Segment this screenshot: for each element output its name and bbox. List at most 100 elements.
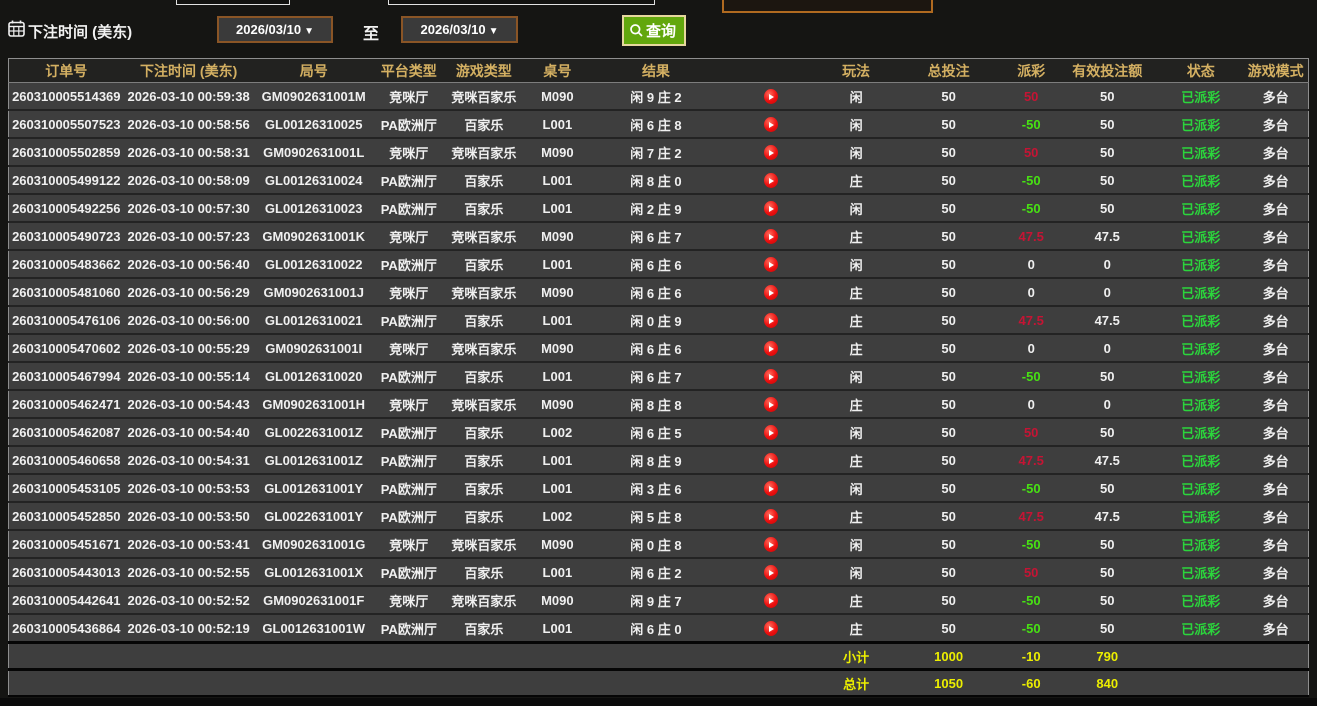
- to-label: 至: [363, 20, 379, 44]
- chevron-down-icon: ▼: [489, 26, 499, 37]
- cell-game: 百家乐: [444, 250, 524, 278]
- cell-mode: 多台: [1243, 474, 1308, 502]
- cell-result: 闲 6 庄 6: [591, 334, 721, 362]
- play-video-icon[interactable]: [764, 481, 778, 496]
- play-video-icon[interactable]: [764, 89, 778, 104]
- cell-status: 已派彩: [1158, 194, 1243, 222]
- play-video-icon[interactable]: [764, 397, 778, 412]
- query-button-label: 查询: [646, 20, 676, 41]
- cell-play: 庄: [821, 166, 891, 194]
- cell-bet: 50: [891, 222, 1006, 250]
- cell-table: L001: [524, 558, 591, 586]
- cell-result: 闲 3 庄 6: [591, 474, 721, 502]
- total-empty: [1158, 670, 1243, 697]
- cell-video: [721, 334, 821, 362]
- play-video-icon[interactable]: [764, 201, 778, 216]
- play-video-icon[interactable]: [764, 285, 778, 300]
- play-video-icon[interactable]: [764, 593, 778, 608]
- total-valid: 840: [1056, 670, 1158, 697]
- play-triangle: [769, 206, 774, 212]
- cell-order: 260310005467994: [9, 362, 124, 390]
- cell-mode: 多台: [1243, 110, 1308, 138]
- cell-play: 闲: [821, 194, 891, 222]
- play-video-icon[interactable]: [764, 621, 778, 636]
- cell-mode: 多台: [1243, 390, 1308, 418]
- play-video-icon[interactable]: [764, 341, 778, 356]
- cell-time: 2026-03-10 00:56:00: [124, 306, 254, 334]
- cell-platform: PA欧洲厅: [374, 474, 444, 502]
- cell-bet: 50: [891, 194, 1006, 222]
- cell-video: [721, 530, 821, 558]
- play-video-icon[interactable]: [764, 313, 778, 328]
- cell-round: GM0902631001G: [254, 530, 374, 558]
- cell-round: GL0012631001Z: [254, 446, 374, 474]
- cell-valid: 50: [1056, 138, 1158, 166]
- cell-table: M090: [524, 390, 591, 418]
- play-video-icon[interactable]: [764, 537, 778, 552]
- cell-table: L002: [524, 502, 591, 530]
- play-triangle: [769, 486, 774, 492]
- cell-video: [721, 250, 821, 278]
- cell-valid: 0: [1056, 390, 1158, 418]
- play-video-icon[interactable]: [764, 369, 778, 384]
- bet-time-label: 下注时间 (美东): [28, 21, 132, 42]
- cell-bet: 50: [891, 278, 1006, 306]
- play-triangle: [769, 318, 774, 324]
- play-video-icon[interactable]: [764, 565, 778, 580]
- cell-order: 260310005481060: [9, 278, 124, 306]
- date-to-select[interactable]: 2026/03/10▼: [401, 16, 518, 43]
- play-video-icon[interactable]: [764, 173, 778, 188]
- table-row: 260310005502859 2026-03-10 00:58:31 GM09…: [9, 138, 1309, 166]
- cell-mode: 多台: [1243, 278, 1308, 306]
- play-video-icon[interactable]: [764, 229, 778, 244]
- cell-play: 庄: [821, 446, 891, 474]
- cell-payout: 0: [1006, 334, 1056, 362]
- cell-status: 已派彩: [1158, 362, 1243, 390]
- cell-game: 百家乐: [444, 166, 524, 194]
- play-video-icon[interactable]: [764, 509, 778, 524]
- play-video-icon[interactable]: [764, 453, 778, 468]
- date-from-select[interactable]: 2026/03/10▼: [217, 16, 333, 43]
- cell-round: GL0012631001X: [254, 558, 374, 586]
- cell-time: 2026-03-10 00:54:43: [124, 390, 254, 418]
- cell-order: 260310005507523: [9, 110, 124, 138]
- col-header-play: 玩法: [821, 59, 891, 83]
- play-video-icon[interactable]: [764, 425, 778, 440]
- total-payout: -60: [1006, 670, 1056, 697]
- cell-table: M090: [524, 334, 591, 362]
- cell-mode: 多台: [1243, 418, 1308, 446]
- col-header-round: 局号: [254, 59, 374, 83]
- cell-order: 260310005462087: [9, 418, 124, 446]
- cell-payout: -50: [1006, 474, 1056, 502]
- cell-platform: 竞咪厅: [374, 278, 444, 306]
- cell-payout: -50: [1006, 614, 1056, 643]
- play-video-icon[interactable]: [764, 257, 778, 272]
- cell-result: 闲 6 庄 6: [591, 278, 721, 306]
- cell-mode: 多台: [1243, 83, 1308, 111]
- cell-play: 闲: [821, 474, 891, 502]
- cell-game: 竞咪百家乐: [444, 138, 524, 166]
- cell-platform: PA欧洲厅: [374, 614, 444, 643]
- cell-video: [721, 278, 821, 306]
- cell-game: 百家乐: [444, 502, 524, 530]
- cell-status: 已派彩: [1158, 418, 1243, 446]
- play-video-icon[interactable]: [764, 145, 778, 160]
- play-triangle: [769, 262, 774, 268]
- cell-mode: 多台: [1243, 222, 1308, 250]
- cell-status: 已派彩: [1158, 558, 1243, 586]
- cell-mode: 多台: [1243, 614, 1308, 643]
- query-button[interactable]: 查询: [622, 15, 686, 46]
- cell-time: 2026-03-10 00:53:50: [124, 502, 254, 530]
- total-label: 总计: [821, 670, 891, 697]
- table-row: 260310005499122 2026-03-10 00:58:09 GL00…: [9, 166, 1309, 194]
- cell-video: [721, 390, 821, 418]
- cell-time: 2026-03-10 00:54:40: [124, 418, 254, 446]
- table-row: 260310005507523 2026-03-10 00:58:56 GL00…: [9, 110, 1309, 138]
- cell-valid: 50: [1056, 362, 1158, 390]
- col-header-payout: 派彩: [1006, 59, 1056, 83]
- cell-bet: 50: [891, 83, 1006, 111]
- play-video-icon[interactable]: [764, 117, 778, 132]
- cell-table: L001: [524, 306, 591, 334]
- cell-round: GM0902631001J: [254, 278, 374, 306]
- cell-round: GM0902631001K: [254, 222, 374, 250]
